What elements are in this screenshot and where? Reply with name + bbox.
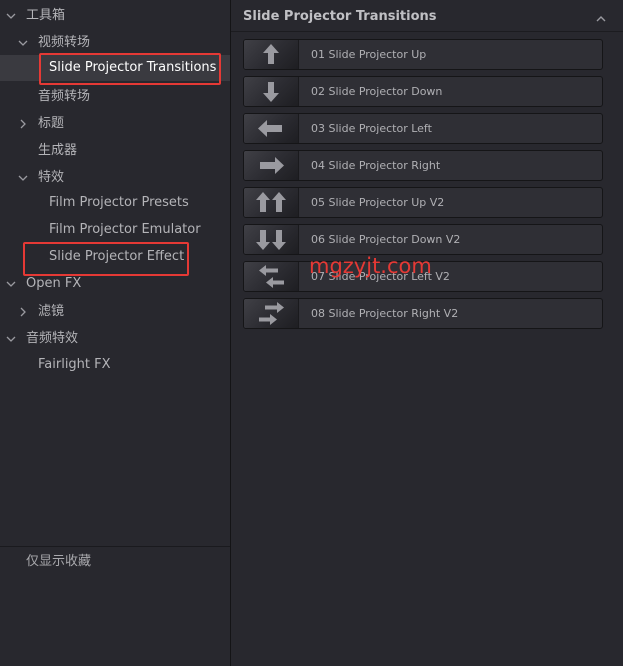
tree-item-toolbox[interactable]: 工具箱 bbox=[0, 3, 230, 29]
double-arrow-left-icon bbox=[244, 262, 299, 291]
tree-item-label: 音频特效 bbox=[26, 331, 79, 346]
tree-item-label: 标题 bbox=[38, 116, 65, 131]
tree-item-label: 工具箱 bbox=[26, 8, 66, 23]
tree-item-film-projector-emulator[interactable]: Film Projector Emulator bbox=[0, 217, 230, 243]
chevron-right-icon[interactable] bbox=[18, 119, 28, 129]
arrow-left-icon bbox=[244, 114, 299, 143]
transition-item[interactable]: 01 Slide Projector Up bbox=[243, 39, 603, 70]
tree-item-effects[interactable]: 特效 bbox=[0, 165, 230, 191]
tree-item-audio-effects[interactable]: 音频特效 bbox=[0, 326, 230, 352]
highlight-box bbox=[23, 242, 189, 276]
arrow-up-icon bbox=[244, 40, 299, 69]
highlight-box bbox=[39, 53, 221, 85]
tree-item-label: Film Projector Presets bbox=[49, 195, 189, 210]
tree-item-label: 特效 bbox=[38, 170, 65, 185]
panel-title: Slide Projector Transitions bbox=[243, 9, 437, 24]
transition-label: 04 Slide Projector Right bbox=[311, 159, 441, 172]
tree-item-film-projector-presets[interactable]: Film Projector Presets bbox=[0, 190, 230, 216]
double-arrow-right-icon bbox=[244, 299, 299, 328]
tree-item-audio-transitions[interactable]: 音频转场 bbox=[0, 84, 230, 110]
transition-item[interactable]: 02 Slide Projector Down bbox=[243, 76, 603, 107]
transition-label: 05 Slide Projector Up V2 bbox=[311, 196, 445, 209]
tree-item-filters[interactable]: 滤镜 bbox=[0, 299, 230, 325]
double-arrow-up-icon bbox=[244, 188, 299, 217]
transition-label: 02 Slide Projector Down bbox=[311, 85, 443, 98]
divider bbox=[0, 546, 230, 547]
favorites-only-toggle[interactable]: 仅显示收藏 bbox=[26, 551, 91, 573]
chevron-down-icon[interactable] bbox=[18, 38, 28, 48]
chevron-down-icon[interactable] bbox=[18, 173, 28, 183]
transition-item[interactable]: 05 Slide Projector Up V2 bbox=[243, 187, 603, 218]
chevron-down-icon[interactable] bbox=[6, 11, 16, 21]
arrow-right-icon bbox=[244, 151, 299, 180]
transition-item[interactable]: 04 Slide Projector Right bbox=[243, 150, 603, 181]
transition-item[interactable]: 03 Slide Projector Left bbox=[243, 113, 603, 144]
tree-item-label: Film Projector Emulator bbox=[49, 222, 201, 237]
chevron-down-icon[interactable] bbox=[6, 334, 16, 344]
tree-item-label: Fairlight FX bbox=[38, 357, 111, 372]
transition-item[interactable]: 08 Slide Projector Right V2 bbox=[243, 298, 603, 329]
tree-item-fairlight-fx[interactable]: Fairlight FX bbox=[0, 352, 230, 378]
chevron-right-icon[interactable] bbox=[18, 307, 28, 317]
tree-item-label: 音频转场 bbox=[38, 89, 91, 104]
chevron-down-icon[interactable] bbox=[6, 279, 16, 289]
transition-label: 01 Slide Projector Up bbox=[311, 48, 427, 61]
chevron-up-icon[interactable] bbox=[595, 10, 607, 22]
transition-item[interactable]: 06 Slide Projector Down V2 bbox=[243, 224, 603, 255]
tree-item-titles[interactable]: 标题 bbox=[0, 111, 230, 137]
divider bbox=[231, 31, 623, 32]
tree-item-generators[interactable]: 生成器 bbox=[0, 138, 230, 164]
arrow-down-icon bbox=[244, 77, 299, 106]
transition-label: 08 Slide Projector Right V2 bbox=[311, 307, 459, 320]
transitions-panel: Slide Projector Transitions 01 Slide Pro… bbox=[231, 0, 623, 666]
effects-tree-sidebar: 工具箱 视频转场 Slide Projector Transitions 音频转… bbox=[0, 0, 230, 666]
double-arrow-down-icon bbox=[244, 225, 299, 254]
tree-item-label: 生成器 bbox=[38, 143, 78, 158]
tree-item-label: 滤镜 bbox=[38, 304, 65, 319]
watermark-text: mgzyjt.com bbox=[309, 254, 432, 278]
transition-label: 06 Slide Projector Down V2 bbox=[311, 233, 461, 246]
transition-label: 03 Slide Projector Left bbox=[311, 122, 432, 135]
